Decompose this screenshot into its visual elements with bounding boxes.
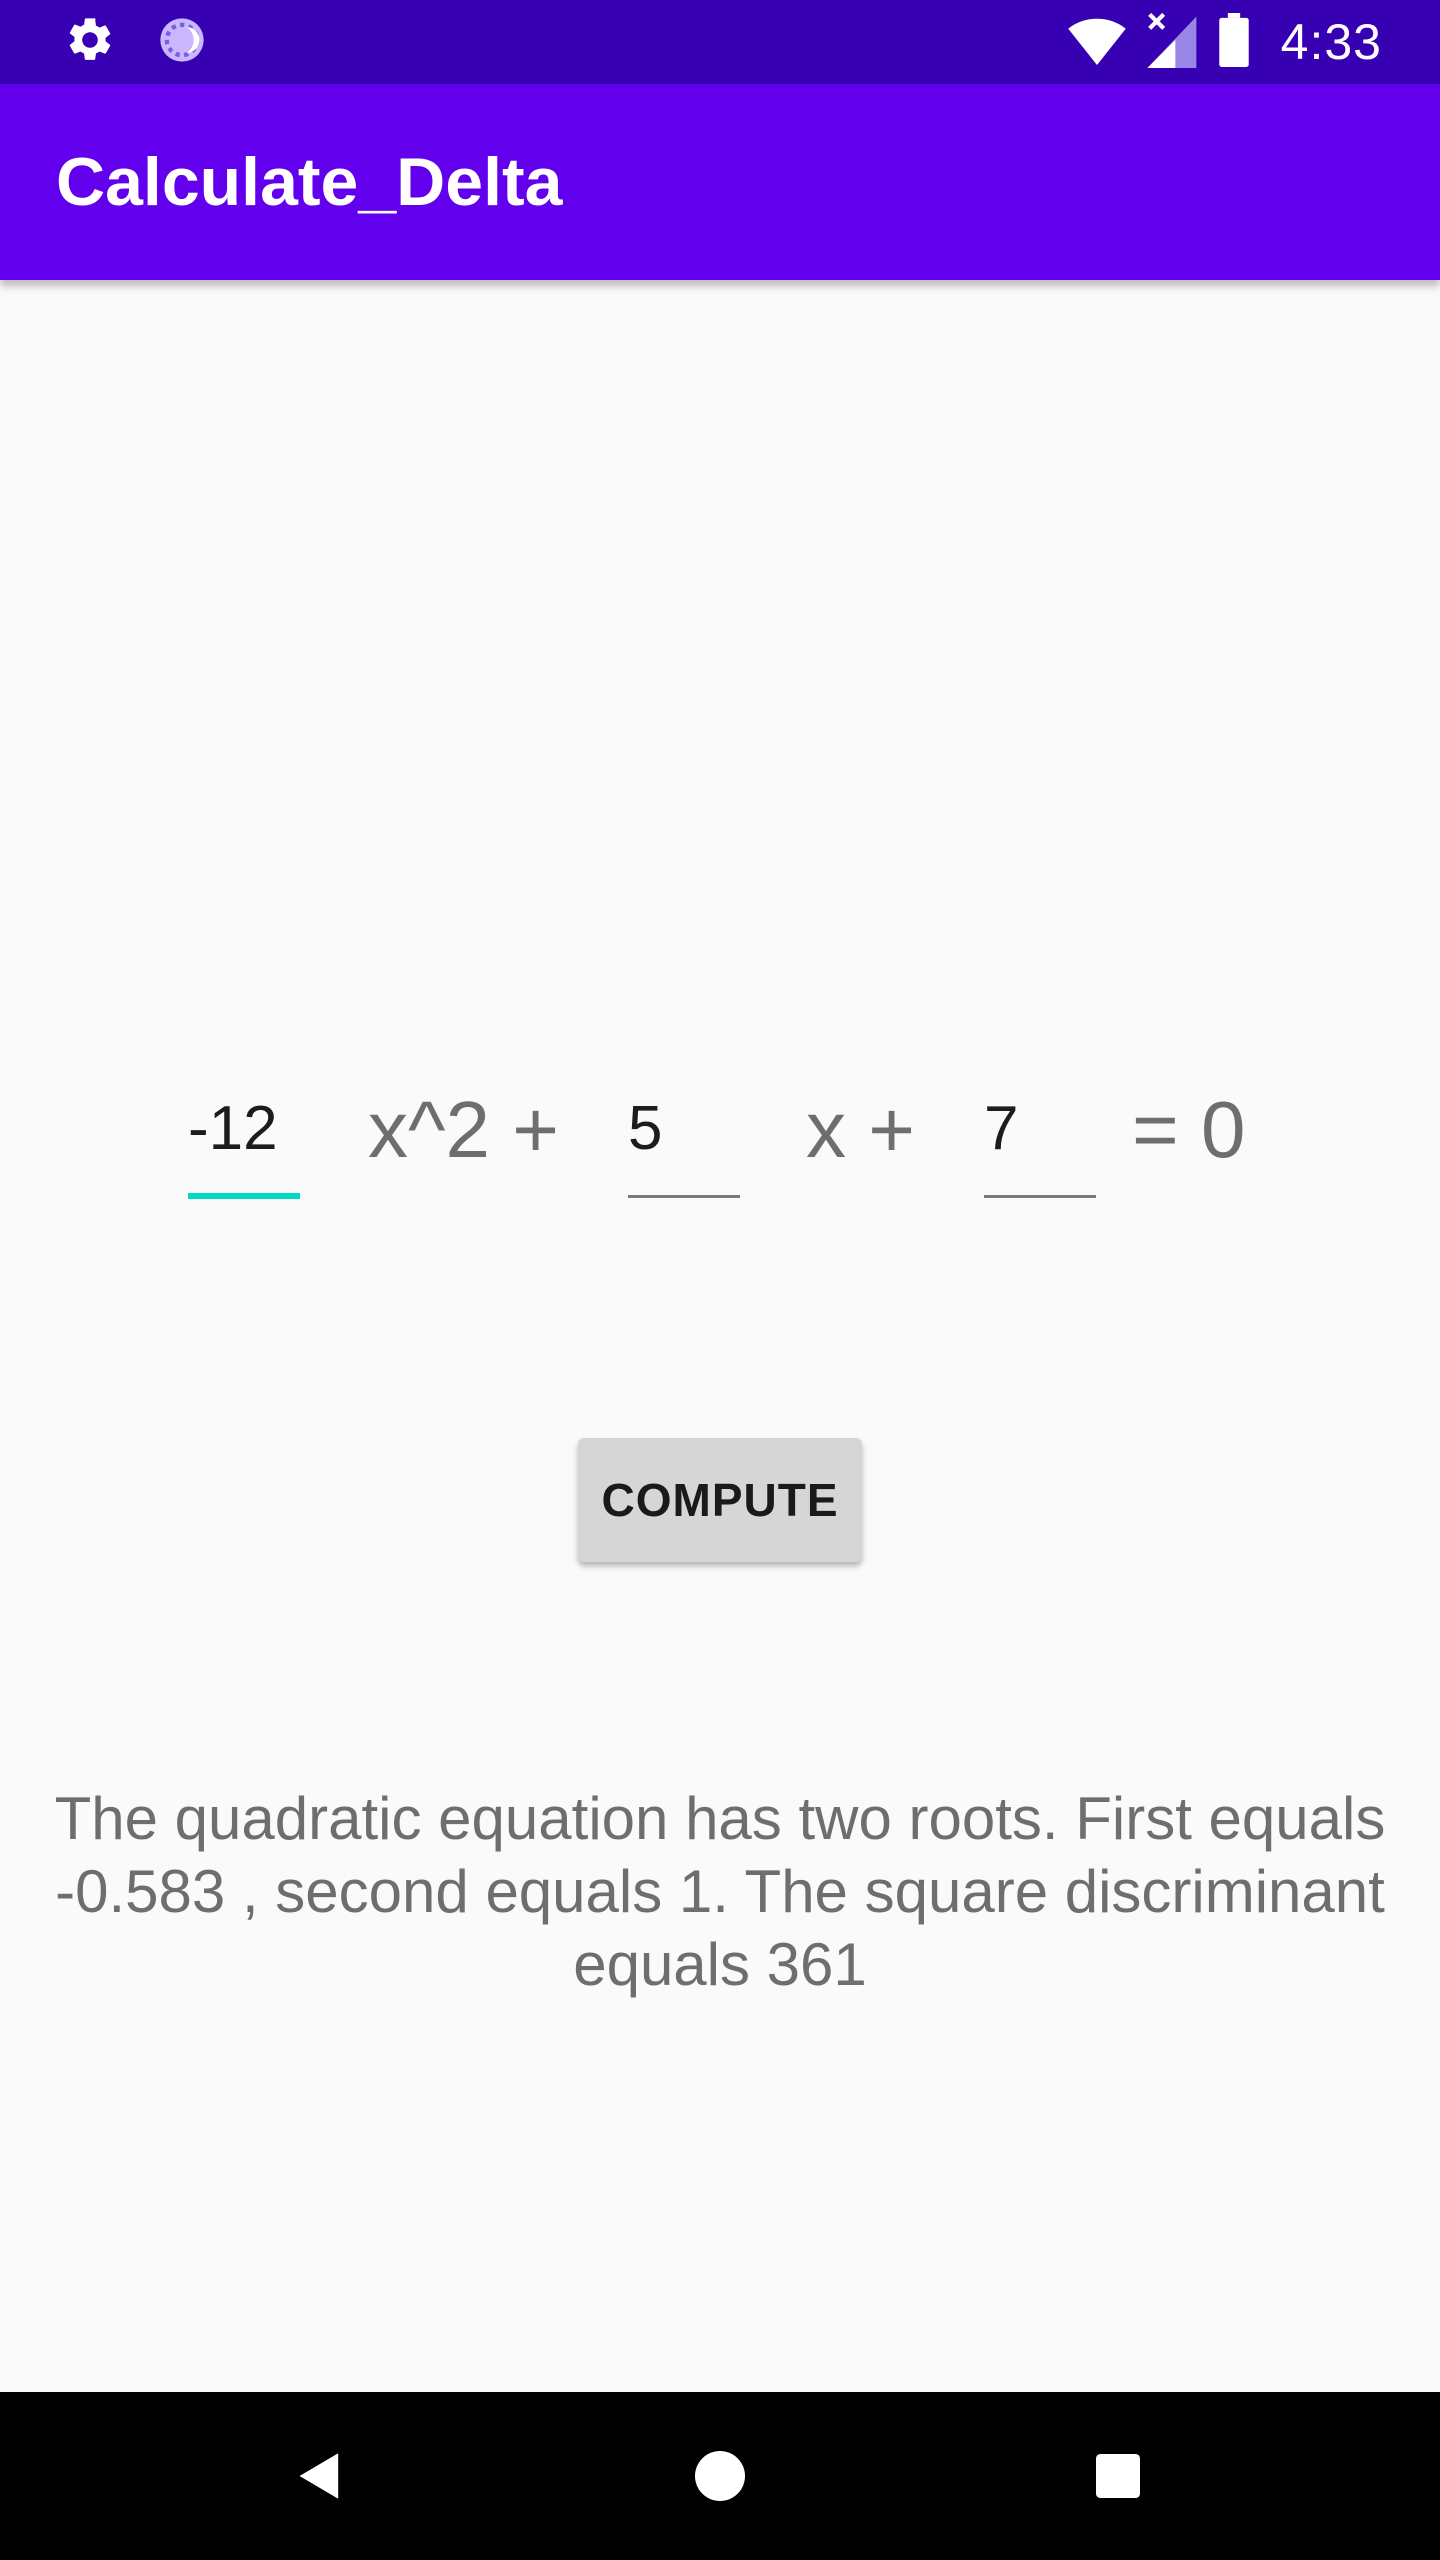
equals-zero-label: = 0	[1132, 1085, 1246, 1174]
coefficient-c-underline	[984, 1195, 1096, 1198]
battery-icon	[1218, 12, 1249, 72]
x-squared-term-label: x^2 +	[368, 1085, 559, 1174]
coefficient-b-underline	[628, 1195, 740, 1198]
screen: 4:33 Calculate_Delta x^2 + x + = 0 COMPU…	[0, 0, 1440, 2560]
status-time: 4:33	[1280, 14, 1382, 70]
settings-icon	[64, 14, 116, 71]
result-text: The quadratic equation has two roots. Fi…	[54, 1785, 1386, 1998]
sync-icon	[156, 14, 208, 71]
recents-icon[interactable]	[1078, 2436, 1158, 2516]
home-icon[interactable]	[680, 2436, 760, 2516]
status-left-icons	[64, 16, 208, 68]
quadratic-equation-row: x^2 + x + = 0	[0, 1060, 1440, 1220]
signal-icon	[1147, 12, 1199, 73]
wifi-icon	[1067, 14, 1127, 71]
compute-button[interactable]: COMPUTE	[578, 1438, 862, 1562]
x-term-label: x +	[806, 1085, 915, 1174]
coefficient-a-underline	[188, 1193, 300, 1199]
app-title: Calculate_Delta	[56, 144, 563, 220]
app-bar: Calculate_Delta	[0, 84, 1440, 280]
navigation-bar	[0, 2392, 1440, 2560]
status-bar: 4:33	[0, 0, 1440, 84]
coefficient-c-input[interactable]	[984, 1088, 1096, 1168]
coefficient-a-input[interactable]	[188, 1088, 300, 1168]
coefficient-b-input[interactable]	[628, 1088, 740, 1168]
status-right-icons: 4:33	[1067, 12, 1382, 72]
back-icon[interactable]	[280, 2436, 360, 2516]
